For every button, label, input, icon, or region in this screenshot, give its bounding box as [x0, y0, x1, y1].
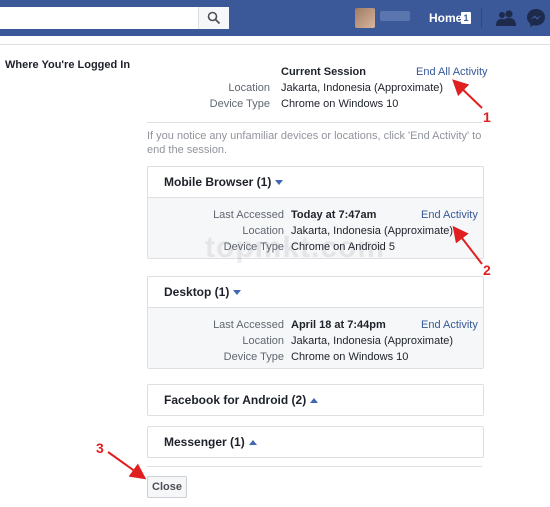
annotation-arrow-2	[452, 225, 483, 265]
annotation-arrows	[107, 79, 483, 480]
annotation-number-1: 1	[483, 109, 491, 125]
annotation-number-2: 2	[483, 262, 491, 278]
annotation-arrow-1	[452, 79, 483, 109]
annotation-number-3: 3	[96, 440, 104, 456]
annotation-arrow-3	[107, 451, 147, 480]
